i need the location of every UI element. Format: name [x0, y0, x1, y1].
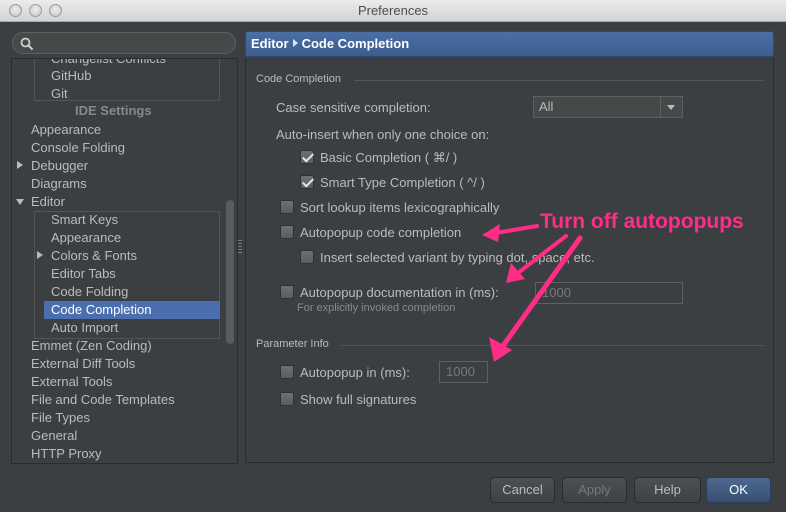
annotation-arrowhead-icon	[482, 224, 500, 242]
annotation-arrowhead-icon	[506, 263, 525, 283]
annotation-arrows	[482, 224, 583, 362]
annotation-label: Turn off autopopups	[540, 210, 744, 233]
